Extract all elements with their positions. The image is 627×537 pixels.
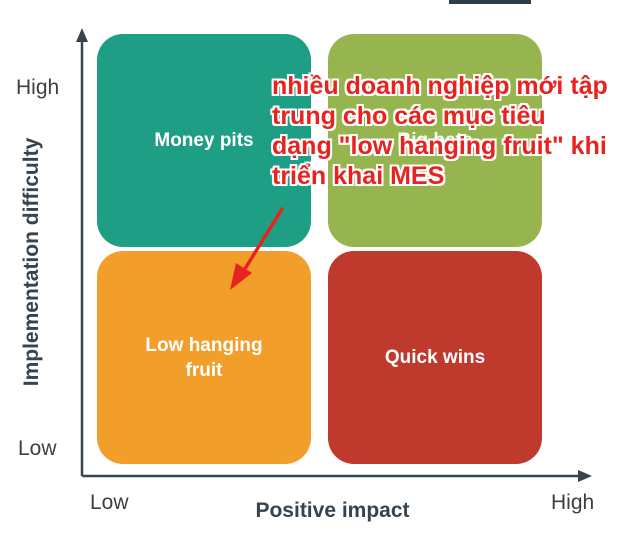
annotation-arrow-head — [230, 263, 252, 290]
annotation-arrow-shaft — [241, 207, 284, 274]
annotation-arrow — [230, 207, 284, 290]
